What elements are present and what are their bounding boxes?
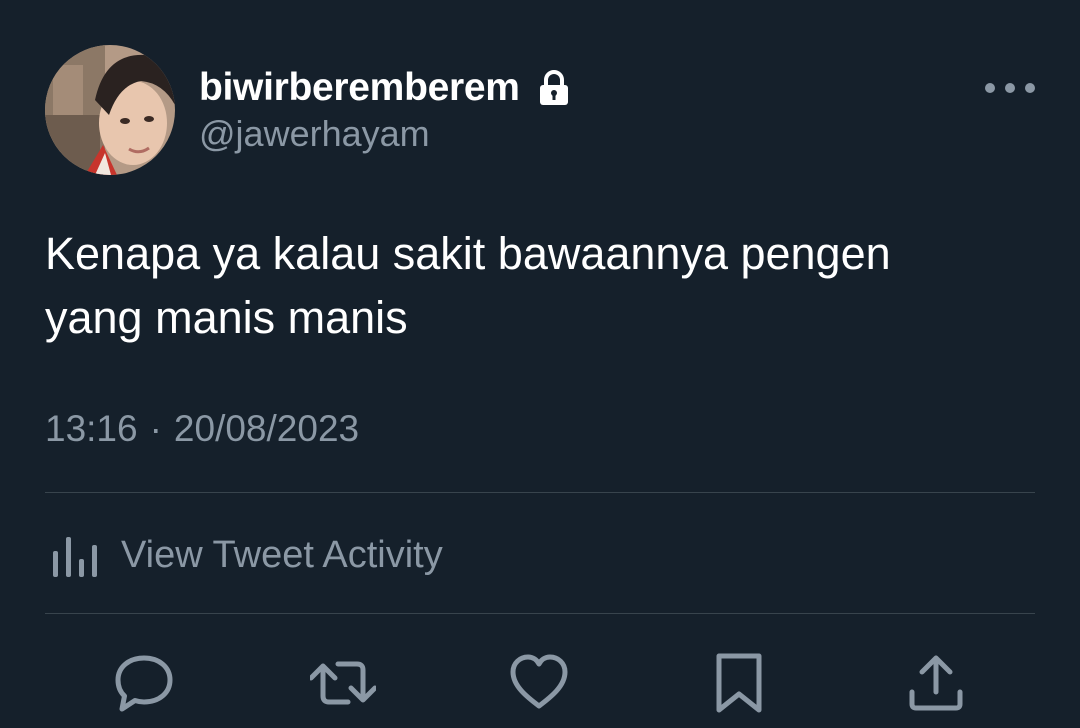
share-icon[interactable]: [906, 652, 966, 714]
divider: [45, 613, 1035, 614]
timestamp-separator: ·: [149, 408, 162, 449]
bar-chart-icon: [45, 527, 103, 583]
tweet-time[interactable]: 13:16: [45, 408, 138, 450]
avatar[interactable]: [45, 45, 175, 175]
view-tweet-activity-button[interactable]: View Tweet Activity: [45, 527, 443, 583]
reply-icon[interactable]: [114, 652, 174, 714]
view-tweet-activity-label[interactable]: View Tweet Activity: [121, 534, 443, 577]
bookmark-icon[interactable]: [709, 652, 769, 714]
display-name-row[interactable]: biwirberemberem: [199, 64, 570, 112]
tweet-detail: biwirberemberem @jawerhayam Kenapa ya ka…: [0, 0, 1080, 728]
timestamp[interactable]: 13:16 · 20/08/2023: [45, 408, 359, 450]
divider: [45, 492, 1035, 493]
retweet-icon[interactable]: [310, 652, 376, 714]
tweet-date[interactable]: 20/08/2023: [174, 408, 359, 450]
tweet-text: Kenapa ya kalau sakit bawaannya pengen y…: [45, 228, 891, 343]
more-horizontal-icon[interactable]: [982, 76, 1038, 100]
username[interactable]: @jawerhayam: [199, 113, 430, 155]
display-name[interactable]: biwirberemberem: [199, 66, 520, 110]
avatar-photo: [45, 45, 175, 175]
lock-icon: [538, 69, 570, 107]
heart-icon[interactable]: [509, 652, 569, 714]
